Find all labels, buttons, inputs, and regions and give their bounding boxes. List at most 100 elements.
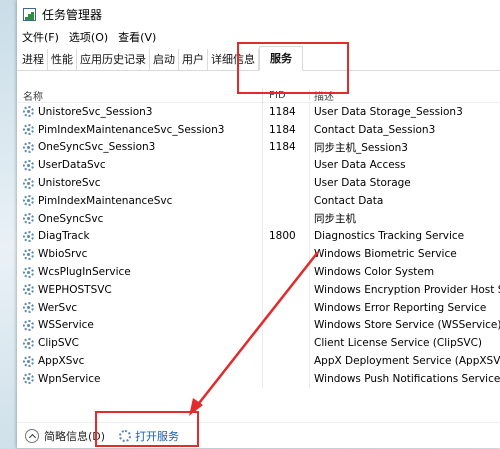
service-description: User Data Storage_Session3: [314, 105, 463, 118]
menu-file[interactable]: 文件(F): [22, 29, 59, 45]
table-header: 名称 PID 描述: [17, 88, 500, 103]
service-name: WEPHOSTSVC: [38, 283, 112, 296]
service-icon: [23, 284, 34, 296]
table-row[interactable]: WSService Windows Store Service (WSServic…: [17, 316, 500, 335]
tab-details[interactable]: 详细信息: [208, 49, 259, 70]
table-row[interactable]: WEPHOSTSVC Windows Encryption Provider Ho…: [17, 280, 500, 299]
service-icon: [23, 355, 34, 367]
fewer-details-button[interactable]: 简略信息(D): [25, 428, 105, 444]
tab-users[interactable]: 用户: [179, 49, 208, 70]
table-row[interactable]: PimIndexMaintenanceSvc Contact Data: [17, 191, 500, 210]
service-icon: [23, 266, 34, 278]
service-name: ClipSVC: [38, 337, 80, 350]
service-name: UnistoreSvc_Session3: [38, 105, 153, 118]
service-name-cell: OneSyncSvc_Session3: [17, 138, 263, 157]
table-row[interactable]: UnistoreSvc User Data Storage: [17, 174, 500, 192]
table-row[interactable]: WerSvc Windows Error Reporting Service: [17, 298, 500, 317]
service-description: Windows Store Service (WSService): [314, 319, 500, 332]
service-name-cell: UnistoreSvc_Session3: [17, 103, 263, 121]
service-name-cell: WEPHOSTSVC: [17, 280, 263, 299]
service-name: UnistoreSvc: [38, 177, 101, 190]
table-row[interactable]: UnistoreSvc_Session3 1184 User Data Storag…: [17, 103, 500, 121]
tab-services[interactable]: 服务: [259, 46, 303, 71]
service-icon: [23, 230, 34, 242]
table-row[interactable]: AppXSvc AppX Deployment Service (AppXSVC): [17, 352, 500, 370]
service-icon: [23, 141, 34, 153]
service-name: WpnService: [38, 372, 101, 385]
service-name: UserDataSvc: [38, 159, 106, 172]
service-description: AppX Deployment Service (AppXSVC): [314, 355, 500, 368]
service-icon: [23, 337, 34, 349]
service-pid: [263, 174, 310, 192]
service-name-cell: WpnService: [17, 369, 263, 388]
service-name: PimIndexMaintenanceSvc_Session3: [38, 123, 225, 136]
service-pid: 1184: [263, 138, 310, 157]
tab-app-history[interactable]: 应用历史记录: [77, 49, 150, 70]
tab-startup[interactable]: 启动: [150, 49, 179, 70]
service-description: Diagnostics Tracking Service: [314, 230, 465, 243]
service-name-cell: AppXSvc: [17, 352, 263, 370]
service-icon: [23, 124, 34, 136]
service-description: 同步主机: [314, 213, 356, 226]
service-name-cell: UnistoreSvc: [17, 174, 263, 192]
service-name-cell: PimIndexMaintenanceSvc: [17, 191, 263, 210]
service-description: Contact Data_Session3: [314, 123, 436, 136]
table-row[interactable]: OneSyncSvc 同步主机: [17, 209, 500, 228]
service-name: OneSyncSvc_Session3: [38, 141, 156, 154]
service-icon: [23, 213, 34, 225]
open-services-label: 打开服务: [135, 430, 180, 443]
service-icon: [23, 319, 34, 331]
service-name-cell: WbioSrvc: [17, 245, 263, 264]
column-desc-header[interactable]: 描述: [310, 88, 500, 103]
service-name: WerSvc: [38, 301, 78, 314]
menu-options[interactable]: 选项(O): [69, 29, 108, 45]
task-manager-icon: [23, 7, 36, 21]
service-name: WcsPlugInService: [38, 266, 131, 279]
service-pid: [263, 191, 310, 210]
column-name-header[interactable]: 名称: [17, 88, 263, 103]
service-pid: [263, 316, 310, 335]
menu-bar: 文件(F) 选项(O) 查看(V): [17, 28, 500, 46]
service-name-cell: DiagTrack: [17, 227, 263, 246]
service-pid: [263, 352, 310, 370]
service-pid: 1184: [263, 103, 310, 121]
table-row[interactable]: UserDataSvc User Data Access: [17, 156, 500, 175]
service-description: 同步主机_Session3: [314, 141, 408, 154]
menu-view[interactable]: 查看(V): [118, 29, 156, 45]
footer-bar: 简略信息(D) 打开服务: [17, 422, 500, 449]
service-description: User Data Access: [314, 159, 406, 172]
table-row[interactable]: WpnService Windows Push Notifications Ser…: [17, 369, 500, 388]
service-icon: [23, 195, 34, 207]
service-description: Windows Encryption Provider Host Se: [314, 283, 500, 296]
chevron-up-icon: [25, 429, 39, 443]
service-pid: [263, 156, 310, 175]
column-pid-header[interactable]: PID: [263, 89, 310, 101]
services-gear-icon: [119, 430, 132, 442]
table-row[interactable]: DiagTrack 1800 Diagnostics Tracking Servic…: [17, 227, 500, 246]
service-pid: [263, 245, 310, 264]
table-row[interactable]: ClipSVC Client License Service (ClipSVC): [17, 334, 500, 353]
service-name-cell: PimIndexMaintenanceSvc_Session3: [17, 120, 263, 139]
tab-performance[interactable]: 性能: [48, 49, 77, 70]
service-description: Windows Push Notifications Service: [314, 372, 500, 385]
tab-processes[interactable]: 进程: [19, 49, 48, 70]
task-manager-window: 任务管理器 文件(F) 选项(O) 查看(V) 进程 性能 应用历史记录 启动 …: [17, 0, 500, 448]
service-name: PimIndexMaintenanceSvc: [38, 194, 173, 207]
table-row[interactable]: WbioSrvc Windows Biometric Service: [17, 245, 500, 264]
table-row[interactable]: OneSyncSvc_Session3 1184 同步主机_Session3: [17, 138, 500, 157]
service-name-cell: ClipSVC: [17, 334, 263, 353]
table-body: UnistoreSvc_Session3 1184 User Data Storag…: [17, 103, 500, 388]
service-name-cell: UserDataSvc: [17, 156, 263, 175]
table-row[interactable]: PimIndexMaintenanceSvc_Session3 1184 Conta…: [17, 120, 500, 139]
service-name-cell: WerSvc: [17, 298, 263, 317]
service-pid: 1184: [263, 120, 310, 139]
service-description: Windows Color System: [314, 266, 435, 279]
service-icon: [23, 373, 34, 385]
service-description: Contact Data: [314, 194, 384, 207]
service-name-cell: OneSyncSvc: [17, 209, 263, 228]
open-services-link[interactable]: 打开服务: [119, 428, 179, 444]
service-icon: [23, 106, 34, 118]
service-name-cell: WcsPlugInService: [17, 263, 263, 281]
service-name: DiagTrack: [38, 230, 90, 243]
table-row[interactable]: WcsPlugInService Windows Color System: [17, 263, 500, 281]
